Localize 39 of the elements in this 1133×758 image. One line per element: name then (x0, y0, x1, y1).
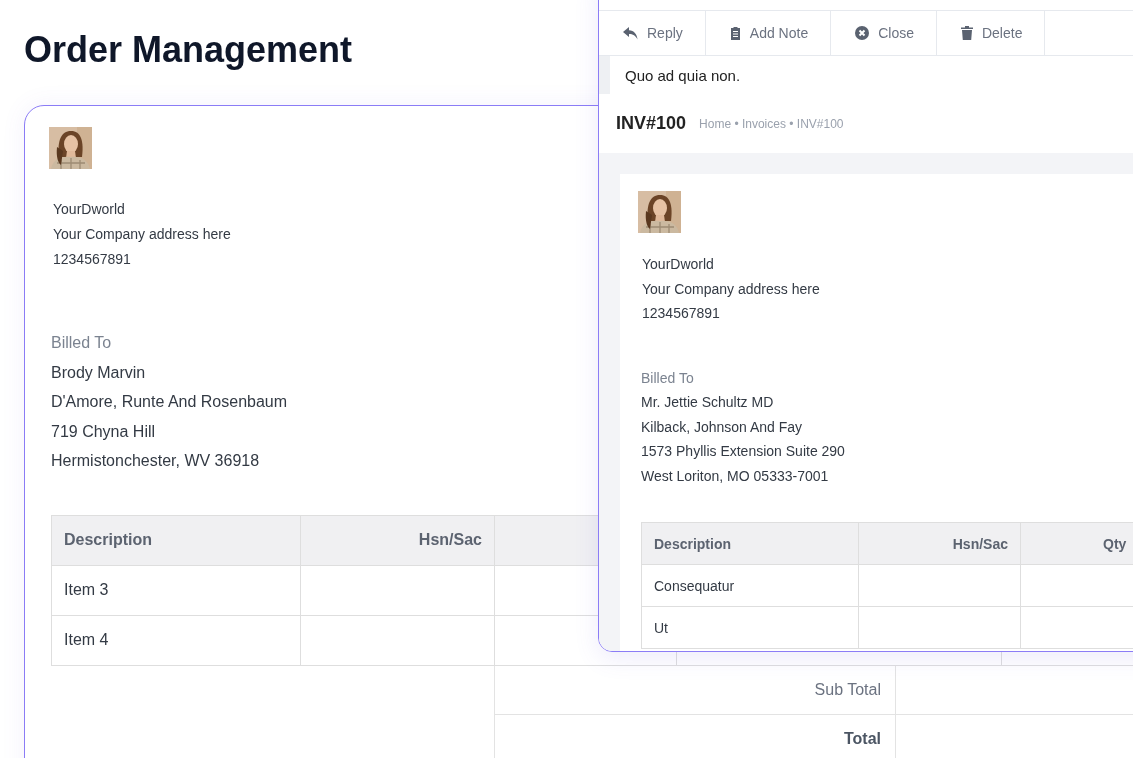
total-label: Sub Total (814, 680, 881, 699)
address-line: D'Amore, Runte And Rosenbaum (51, 392, 288, 412)
address-line: Mr. Jettie Schultz MD (641, 393, 774, 412)
toolbar-button[interactable]: Reply (599, 11, 706, 55)
column-header: Description (64, 531, 152, 548)
column-header: Hsn/Sac (418, 531, 482, 548)
page-title: Order Management (23, 28, 353, 72)
column-header: Qty (1103, 535, 1127, 552)
table-cell: Ut (654, 619, 668, 636)
trash-icon (960, 26, 973, 40)
clipboard-icon (729, 26, 741, 40)
note-text: Quo ad quia non. (625, 66, 741, 84)
company-address: Your Company address here (642, 279, 820, 299)
company-phone: 1234567891 (53, 250, 131, 269)
toolbar-button[interactable]: Delete (936, 11, 1046, 55)
table-cell: Consequatur (654, 577, 735, 594)
company-name: YourDworld (53, 200, 125, 219)
reply-icon (623, 26, 638, 40)
company-phone: 1234567891 (642, 304, 720, 323)
address-line: Brody Marvin (51, 362, 146, 383)
address-line: Hermistonchester, WV 36918 (51, 451, 260, 471)
column-header: Description (654, 535, 731, 552)
table-cell: Item 4 (64, 631, 109, 648)
company-address: Your Company address here (53, 225, 231, 244)
company-name: YourDworld (642, 255, 714, 274)
address-line: West Loriton, MO 05333-7001 (641, 466, 829, 486)
column-header: Hsn/Sac (952, 535, 1008, 552)
table-cell: Item 3 (64, 581, 109, 598)
toolbar-button[interactable]: Close (831, 11, 937, 55)
billed-to-label: Billed To (51, 333, 112, 353)
address-line: Kilback, Johnson And Fay (641, 417, 803, 437)
total-label: Total (843, 729, 881, 748)
invoice-title: INV#100 (616, 113, 687, 134)
close-icon (855, 26, 870, 40)
breadcrumb: Home • Invoices • INV#100 (699, 116, 844, 131)
billed-to-label: Billed To (641, 368, 694, 388)
toolbar-button[interactable]: Add Note (705, 11, 832, 55)
address-line: 1573 Phyllis Extension Suite 290 (641, 442, 845, 461)
address-line: 719 Chyna Hill (51, 421, 156, 442)
